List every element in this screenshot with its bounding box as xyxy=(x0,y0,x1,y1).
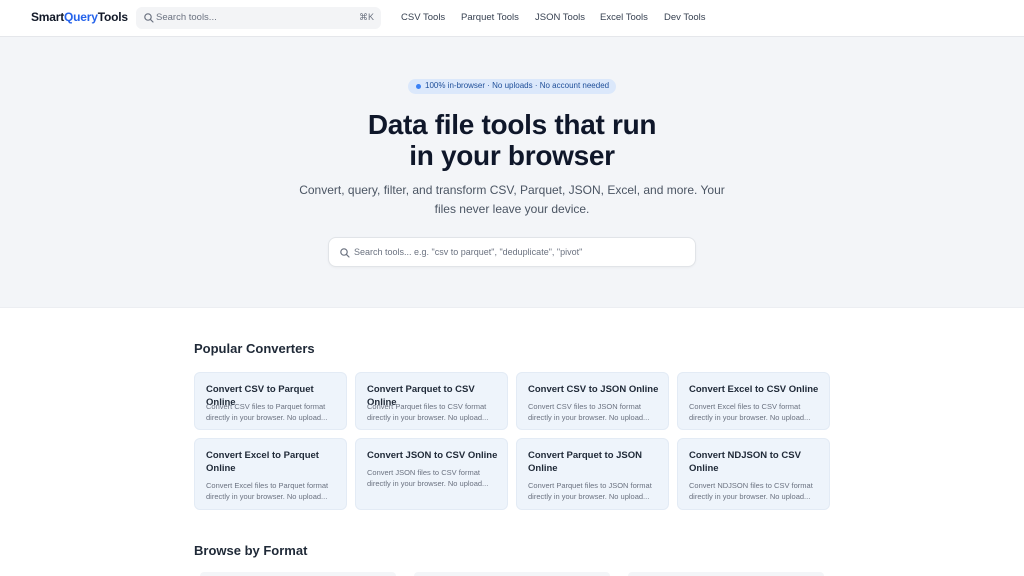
converter-card[interactable]: Convert Excel to CSV Online Convert Exce… xyxy=(677,372,830,430)
badge-dot-icon xyxy=(416,84,421,89)
converter-card[interactable]: Convert Parquet to CSV Online Convert Pa… xyxy=(355,372,508,430)
logo-text-tools: Tools xyxy=(97,10,128,24)
hero-title: Data file tools that run in your browser xyxy=(312,109,712,171)
converter-card-desc: Convert JSON files to CSV format directly… xyxy=(367,468,489,488)
hero-section: 100% in-browser · No uploads · No accoun… xyxy=(0,37,1024,308)
top-header: SmartQueryTools Search tools... ⌘K CSV T… xyxy=(0,0,1024,37)
converter-card-desc: Convert Parquet files to CSV format direc… xyxy=(367,402,489,422)
header-search-input[interactable]: Search tools... ⌘K xyxy=(136,7,381,29)
logo-text-smart: Smart xyxy=(31,10,65,24)
header-search-placeholder: Search tools... xyxy=(156,12,217,23)
nav-excel-tools[interactable]: Excel Tools xyxy=(600,12,648,23)
converter-card-desc: Convert Excel files to Parquet format dir… xyxy=(206,481,329,501)
converter-card-desc: Convert Parquet files to JSON format dire… xyxy=(528,481,652,501)
search-icon xyxy=(144,13,154,23)
badge-text: 100% in-browser · No uploads · No accoun… xyxy=(425,81,610,90)
format-card[interactable] xyxy=(628,572,824,576)
converter-card-desc: Convert CSV files to JSON format directly… xyxy=(528,402,650,422)
converter-card-title: Convert Excel to CSV Online xyxy=(689,384,819,395)
format-card[interactable] xyxy=(200,572,396,576)
search-icon xyxy=(340,248,350,258)
converter-card[interactable]: Convert Parquet to JSON Online Convert P… xyxy=(516,438,669,510)
privacy-badge: 100% in-browser · No uploads · No accoun… xyxy=(408,79,616,94)
hero-search-input[interactable]: Search tools... e.g. "csv to parquet", "… xyxy=(328,237,696,267)
logo-text-query: Query xyxy=(64,10,98,24)
nav-parquet-tools[interactable]: Parquet Tools xyxy=(461,12,519,23)
hero-title-line1: Data file tools that run xyxy=(367,109,657,140)
converter-card[interactable]: Convert CSV to JSON Online Convert CSV f… xyxy=(516,372,669,430)
converter-card-title: Convert Excel to Parquet Online xyxy=(206,450,319,474)
hero-subtitle: Convert, query, filter, and transform CS… xyxy=(296,181,728,219)
popular-converters-heading: Popular Converters xyxy=(194,341,315,356)
site-logo[interactable]: SmartQueryTools xyxy=(31,10,128,24)
converter-card[interactable]: Convert CSV to Parquet Online Convert CS… xyxy=(194,372,347,430)
converter-card-desc: Convert NDJSON files to CSV format direct… xyxy=(689,481,813,501)
converter-card[interactable]: Convert Excel to Parquet Online Convert … xyxy=(194,438,347,510)
nav-json-tools[interactable]: JSON Tools xyxy=(535,12,585,23)
converter-card-desc: Convert CSV files to Parquet format direc… xyxy=(206,402,328,422)
nav-dev-tools[interactable]: Dev Tools xyxy=(664,12,706,23)
converter-card[interactable]: Convert NDJSON to CSV Online Convert NDJ… xyxy=(677,438,830,510)
converter-card-desc: Convert Excel files to CSV format directl… xyxy=(689,402,811,422)
hero-subtitle-line2: files never leave your device. xyxy=(434,202,590,216)
hero-search-placeholder: Search tools... e.g. "csv to parquet", "… xyxy=(354,247,583,257)
browse-by-format-heading: Browse by Format xyxy=(194,543,308,558)
hero-subtitle-line1: Convert, query, filter, and transform CS… xyxy=(299,183,725,197)
hero-title-line2: in your browser xyxy=(409,140,615,171)
converter-card-title: Convert JSON to CSV Online xyxy=(367,450,498,461)
nav-csv-tools[interactable]: CSV Tools xyxy=(401,12,445,23)
converter-card[interactable]: Convert JSON to CSV Online Convert JSON … xyxy=(355,438,508,510)
format-card[interactable] xyxy=(414,572,610,576)
converter-card-title: Convert NDJSON to CSV Online xyxy=(689,450,801,474)
converter-card-title: Convert CSV to JSON Online xyxy=(528,384,659,395)
search-shortcut-hint: ⌘K xyxy=(358,12,374,22)
converter-card-title: Convert Parquet to JSON Online xyxy=(528,450,643,474)
